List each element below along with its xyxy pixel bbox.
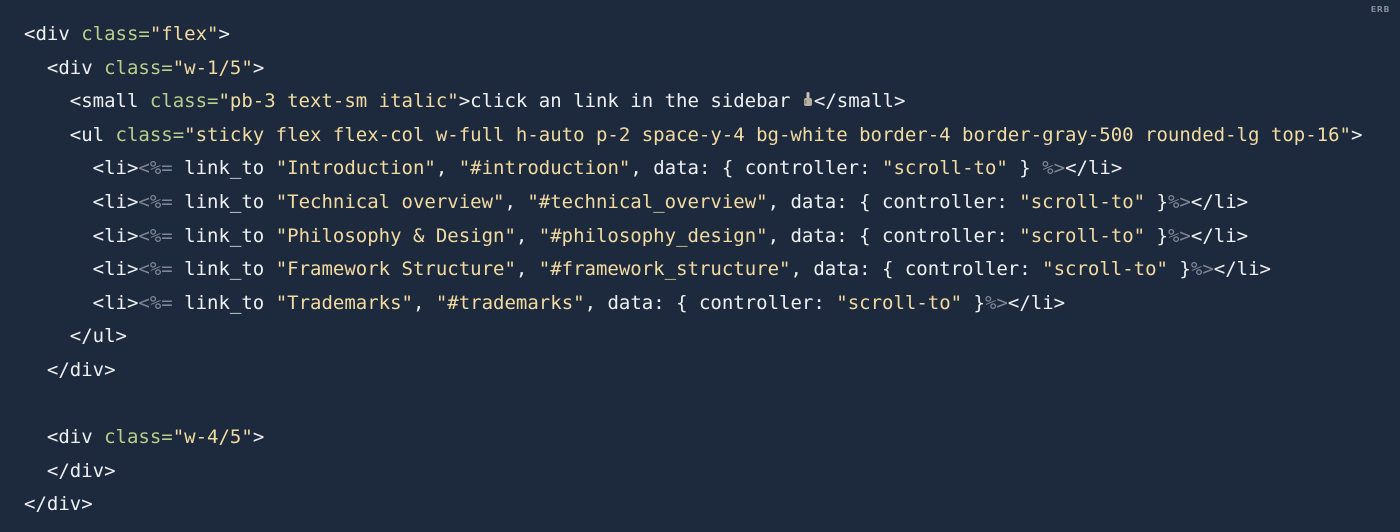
code-line-1: <div class="flex"> (24, 18, 1400, 52)
token-erb-close: %> (1167, 224, 1191, 247)
token-string: "#philosophy_design" (538, 224, 768, 247)
token-tag: </div> (46, 459, 116, 482)
code-line-11: </div> (24, 354, 1400, 388)
token-attr: class= (149, 90, 219, 113)
token-erb-close: %> (1167, 190, 1191, 213)
token-erb-open: <%= (138, 190, 173, 213)
token-string: "Philosophy & Design" (275, 224, 516, 247)
code-line-9: <li><%= link_to "Trademarks", "#trademar… (24, 287, 1400, 321)
token-tag: </li> (1065, 157, 1123, 180)
token-code: } (962, 291, 985, 314)
token-code: } (1007, 157, 1043, 180)
token-code: , data: { controller: (790, 258, 1043, 281)
token-erb-close: %> (1190, 258, 1214, 281)
token-code: } (1167, 258, 1191, 281)
code-line-8: <li><%= link_to "Framework Structure", "… (24, 253, 1400, 287)
pointing-hand-icon (802, 91, 814, 109)
token-string: "#framework_structure" (538, 258, 791, 281)
token-code: , data: { controller: (630, 157, 882, 180)
token-string: "Technical overview" (275, 190, 505, 213)
code-line-7: <li><%= link_to "Philosophy & Design", "… (24, 220, 1400, 254)
token-string: "Framework Structure" (275, 258, 516, 281)
token-code: link_to (172, 258, 276, 281)
token-tag: <li> (92, 224, 139, 247)
code-line-15: </div> (24, 488, 1400, 522)
token-string: "scroll-to" (836, 291, 963, 314)
token-code: , data: { controller: (584, 291, 837, 314)
token-string: "#technical_overview" (527, 190, 768, 213)
token-tag: <small (69, 90, 150, 113)
token-tag: <li> (92, 157, 139, 180)
token-erb-open: <%= (138, 224, 173, 247)
code-line-5: <li><%= link_to "Introduction", "#introd… (24, 152, 1400, 186)
token-code: link_to (172, 224, 276, 247)
code-line-10: </ul> (24, 320, 1400, 354)
code-line-14: </div> (24, 455, 1400, 489)
code-editor: ERB <div class="flex"> <div class="w-1/5… (0, 0, 1400, 532)
token-string: "#trademarks" (435, 291, 585, 314)
token-tag: <ul (69, 123, 116, 146)
token-string: "scroll-to" (1019, 190, 1146, 213)
token-tag: </div> (46, 358, 116, 381)
code-line-4: <ul class="sticky flex flex-col w-full h… (24, 119, 1400, 153)
token-attr: class= (81, 23, 150, 45)
token-tag: > (252, 56, 265, 79)
code-line-13: <div class="w-4/5"> (24, 421, 1400, 455)
token-string: "flex" (149, 23, 219, 45)
token-code: link_to (172, 190, 276, 213)
token-string: "Introduction" (275, 157, 436, 180)
token-erb-open: <%= (138, 157, 173, 180)
token-tag: <li> (92, 190, 139, 213)
token-tag: <li> (92, 258, 139, 281)
token-string: "scroll-to" (882, 157, 1008, 180)
code-line-2: <div class="w-1/5"> (24, 52, 1400, 86)
token-code: , (435, 157, 459, 180)
token-tag: <li> (92, 291, 139, 314)
token-tag: </div> (24, 493, 93, 516)
token-code: link_to (172, 157, 276, 180)
token-code: } (1145, 224, 1168, 247)
token-code: , (504, 190, 528, 213)
token-string: "sticky flex flex-col w-full h-auto p-2 … (184, 123, 1351, 146)
token-code: , data: { controller: (767, 224, 1020, 247)
token-string: "pb-3 text-sm italic" (218, 90, 459, 113)
token-string: "scroll-to" (1042, 258, 1168, 281)
token-string: "w-1/5" (172, 56, 253, 79)
token-string: "Trademarks" (275, 291, 413, 314)
token-code: , (412, 291, 436, 314)
code-line-3: <small class="pb-3 text-sm italic">click… (24, 85, 1400, 119)
code-line-6: <li><%= link_to "Technical overview", "#… (24, 186, 1400, 220)
token-erb-close: %> (984, 291, 1008, 314)
token-tag: </li> (1213, 258, 1271, 281)
token-tag: > (1350, 123, 1363, 146)
token-attr: class= (104, 426, 173, 449)
token-code: , (515, 258, 539, 281)
token-string: "#introduction" (458, 157, 631, 180)
token-tag: </li> (1007, 291, 1066, 314)
token-tag: <div (46, 56, 105, 79)
token-tag: </li> (1190, 224, 1249, 247)
token-code: link_to (172, 291, 276, 314)
token-attr: class= (104, 56, 173, 79)
token-tag: </li> (1190, 190, 1249, 213)
token-code: , data: { controller: (767, 190, 1020, 213)
token-tag: >click an link in the sidebar (458, 90, 802, 113)
token-attr: class= (115, 123, 185, 146)
token-erb-close: %> (1042, 157, 1066, 180)
token-string: "w-4/5" (172, 426, 253, 449)
token-code: , (515, 224, 539, 247)
token-code: } (1145, 190, 1168, 213)
language-badge: ERB (1370, 5, 1390, 14)
token-erb-open: <%= (138, 258, 173, 281)
token-tag: <div (46, 426, 105, 449)
token-tag: </small> (813, 90, 906, 113)
token-tag: > (252, 426, 265, 449)
token-tag: </ul> (69, 325, 127, 348)
token-erb-open: <%= (138, 291, 173, 314)
token-tag: > (218, 23, 230, 45)
token-tag: <div (24, 23, 82, 45)
token-string: "scroll-to" (1019, 224, 1146, 247)
